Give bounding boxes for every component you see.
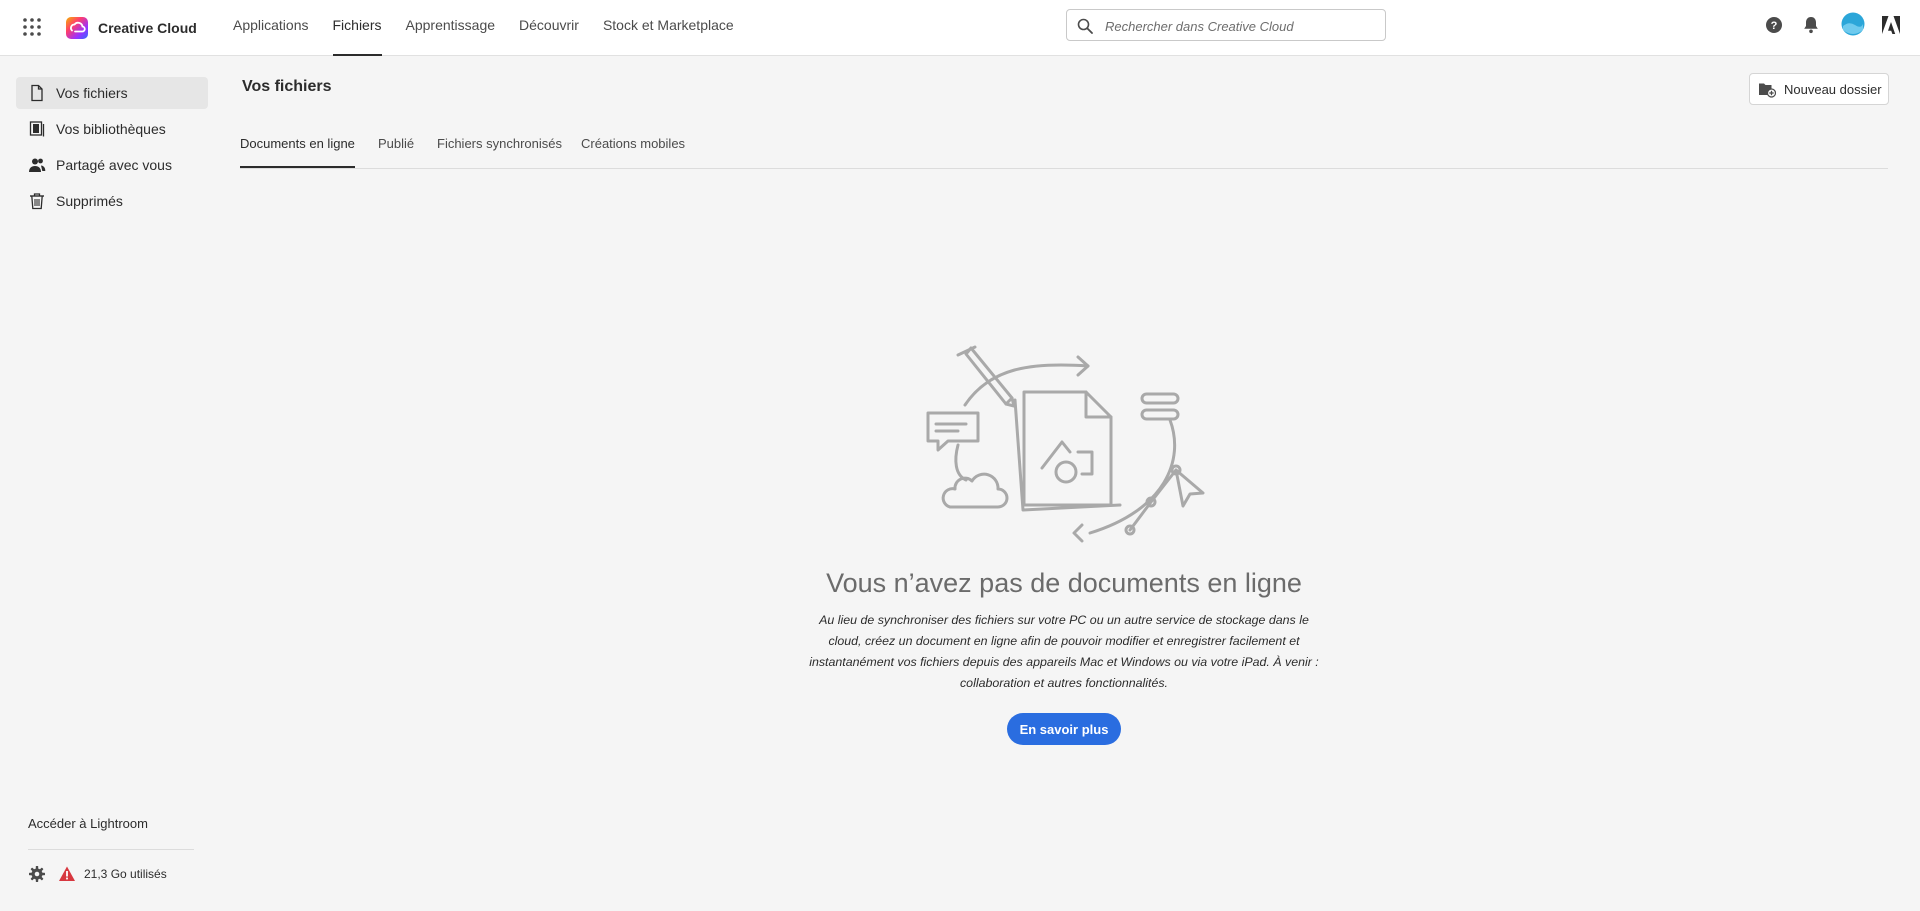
search-input[interactable] bbox=[1103, 10, 1382, 42]
file-tabs: Documents en ligne Publié Fichiers synch… bbox=[240, 128, 1888, 169]
tab-fichiers-synchronises[interactable]: Fichiers synchronisés bbox=[437, 128, 562, 168]
avatar[interactable] bbox=[1841, 12, 1865, 36]
trash-icon bbox=[30, 193, 44, 210]
empty-state-title: Vous n’avez pas de documents en ligne bbox=[826, 568, 1302, 598]
help-icon[interactable]: ? bbox=[1763, 14, 1785, 36]
warning-icon bbox=[59, 866, 75, 881]
nav-fichiers[interactable]: Fichiers bbox=[332, 0, 382, 56]
file-icon bbox=[31, 84, 43, 102]
tab-documents-en-ligne[interactable]: Documents en ligne bbox=[240, 128, 355, 168]
sidebar-item-partage-avec-vous[interactable]: Partagé avec vous bbox=[16, 149, 208, 181]
new-folder-label: Nouveau dossier bbox=[1784, 81, 1882, 97]
notifications-bell-icon[interactable] bbox=[1800, 14, 1822, 36]
top-bar: Creative Cloud Applications Fichiers App… bbox=[0, 0, 1920, 56]
adobe-logo-icon[interactable] bbox=[1880, 14, 1902, 36]
new-folder-icon bbox=[1759, 83, 1776, 98]
search-icon bbox=[1077, 18, 1093, 34]
nav-decouvrir[interactable]: Découvrir bbox=[519, 0, 579, 56]
search-box[interactable] bbox=[1066, 9, 1386, 42]
empty-state-illustration bbox=[926, 345, 1205, 543]
nav-applications[interactable]: Applications bbox=[233, 0, 309, 56]
tab-creations-mobiles[interactable]: Créations mobiles bbox=[581, 128, 685, 168]
new-folder-button[interactable]: Nouveau dossier bbox=[1749, 73, 1889, 105]
brand[interactable]: Creative Cloud bbox=[66, 14, 197, 42]
tab-publie[interactable]: Publié bbox=[378, 128, 414, 168]
sidebar-item-label: Vos fichiers bbox=[56, 85, 128, 101]
main-nav: Applications Fichiers Apprentissage Déco… bbox=[233, 0, 758, 56]
nav-stock-marketplace[interactable]: Stock et Marketplace bbox=[603, 0, 734, 56]
page-title: Vos fichiers bbox=[242, 78, 332, 95]
gear-icon[interactable] bbox=[28, 865, 46, 883]
sidebar-item-label: Vos bibliothèques bbox=[56, 121, 166, 137]
storage-used-text: 21,3 Go utilisés bbox=[84, 867, 167, 881]
people-icon bbox=[29, 158, 46, 172]
sidebar-item-vos-fichiers[interactable]: Vos fichiers bbox=[16, 77, 208, 109]
nav-apprentissage[interactable]: Apprentissage bbox=[406, 0, 496, 56]
brand-name: Creative Cloud bbox=[98, 20, 197, 36]
creative-cloud-logo-icon bbox=[66, 17, 88, 39]
sidebar-item-label: Partagé avec vous bbox=[56, 157, 172, 173]
lightroom-link[interactable]: Accéder à Lightroom bbox=[28, 816, 148, 831]
storage-status: 21,3 Go utilisés bbox=[28, 863, 167, 885]
library-icon bbox=[29, 121, 45, 137]
app-switcher-icon[interactable] bbox=[20, 15, 44, 39]
sidebar-item-label: Supprimés bbox=[56, 193, 123, 209]
sidebar-divider bbox=[28, 849, 194, 850]
sidebar: Vos fichiers Vos bibliothèques Partagé a… bbox=[0, 57, 220, 911]
empty-state-description: Au lieu de synchroniser des fichiers sur… bbox=[809, 613, 1319, 690]
svg-text:?: ? bbox=[1771, 20, 1778, 32]
sidebar-item-vos-bibliotheques[interactable]: Vos bibliothèques bbox=[16, 113, 208, 145]
sidebar-item-supprimes[interactable]: Supprimés bbox=[16, 185, 208, 217]
learn-more-button[interactable]: En savoir plus bbox=[1007, 713, 1121, 745]
